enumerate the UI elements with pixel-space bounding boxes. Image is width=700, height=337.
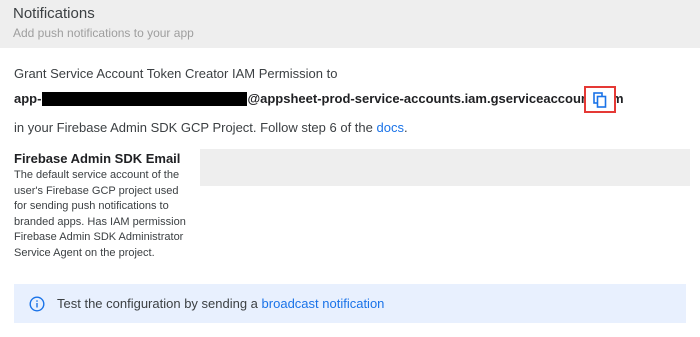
redacted-block — [42, 91, 248, 106]
test-config-text: Test the configuration by sending a — [57, 296, 258, 311]
section-subtitle: Add push notifications to your app — [13, 26, 194, 40]
permission-intro: Grant Service Account Token Creator IAM … — [14, 66, 338, 81]
info-icon — [29, 295, 45, 312]
broadcast-notification-link[interactable]: broadcast notification — [262, 296, 385, 311]
copy-button[interactable] — [584, 86, 616, 113]
project-text: in your Firebase Admin SDK GCP Project. … — [14, 120, 377, 135]
service-account-prefix: app- — [14, 91, 42, 106]
docs-link[interactable]: docs — [376, 120, 403, 135]
firebase-email-input[interactable] — [200, 149, 690, 186]
section-header: Notifications Add push notifications to … — [0, 0, 700, 48]
service-account-suffix: @appsheet-prod-service-accounts.iam.gser… — [247, 91, 624, 106]
project-instructions: in your Firebase Admin SDK GCP Project. … — [14, 120, 408, 135]
firebase-email-help: The default service account of the user'… — [14, 169, 186, 259]
copy-icon — [593, 91, 607, 108]
period: . — [403, 120, 408, 135]
firebase-email-label: Firebase Admin SDK Email — [14, 151, 181, 166]
service-account-email: app- @appsheet-prod-service-accounts.iam… — [14, 91, 624, 106]
section-title: Notifications — [13, 5, 95, 22]
test-config-banner: Test the configuration by sending a broa… — [14, 284, 686, 323]
